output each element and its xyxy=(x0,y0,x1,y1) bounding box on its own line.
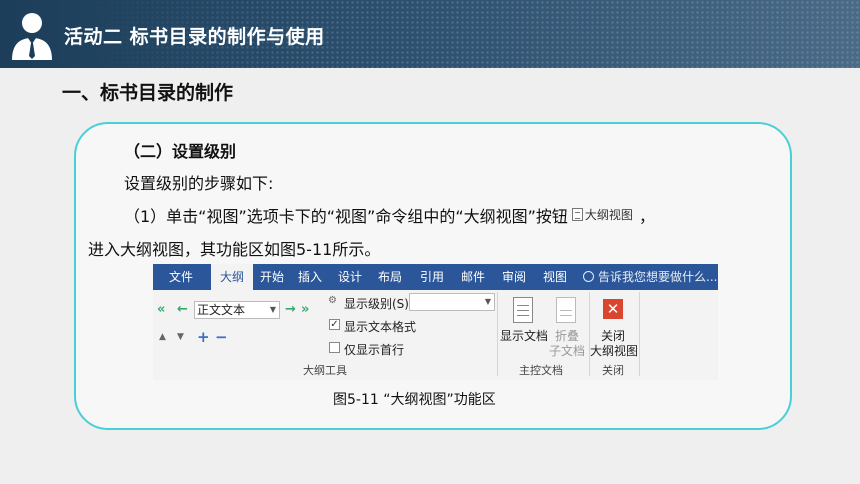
outline-ribbon: 文件 大纲 开始 插入 设计 布局 引用 邮件 审阅 视图 告诉我您想要做什么.… xyxy=(153,264,718,380)
tell-me-box[interactable]: 告诉我您想要做什么... xyxy=(583,264,717,290)
banner-title: 活动二 标书目录的制作与使用 xyxy=(64,26,325,48)
move-up-icon[interactable]: ▲ xyxy=(159,332,166,342)
chevron-down-icon: ▼ xyxy=(484,297,491,306)
expand-icon[interactable]: + xyxy=(197,328,210,346)
tab-review[interactable]: 审阅 xyxy=(497,264,531,290)
chevron-down-icon: ▼ xyxy=(269,305,276,314)
tab-design[interactable]: 设计 xyxy=(333,264,367,290)
show-document-button[interactable]: 显示文档 xyxy=(500,327,548,344)
close-button-line2[interactable]: 大纲视图 xyxy=(590,342,638,359)
tab-insert[interactable]: 插入 xyxy=(293,264,327,290)
show-first-line-checkbox[interactable] xyxy=(329,342,340,353)
show-document-icon[interactable] xyxy=(513,297,533,323)
demote-icon[interactable]: → xyxy=(285,302,296,317)
paragraph-line: 设置级别的步骤如下: xyxy=(124,174,274,193)
tab-view[interactable]: 视图 xyxy=(538,264,572,290)
group-divider xyxy=(639,292,640,376)
collapse-icon[interactable]: − xyxy=(215,328,228,346)
show-level-label: 显示级别(S): xyxy=(344,297,414,311)
show-first-line-label: 仅显示首行 xyxy=(344,343,405,357)
show-text-format-label: 显示文本格式 xyxy=(344,320,417,334)
demote-to-body-icon[interactable]: » xyxy=(301,302,309,317)
group-divider xyxy=(589,292,590,376)
tab-mailings[interactable]: 邮件 xyxy=(456,264,490,290)
tab-layout[interactable]: 布局 xyxy=(373,264,407,290)
tell-me-text: 告诉我您想要做什么... xyxy=(598,270,718,284)
subtitle: （二）设置级别 xyxy=(124,142,237,161)
master-document-group-label: 主控文档 xyxy=(519,364,563,377)
tab-home[interactable]: 开始 xyxy=(255,264,289,290)
show-level-icon: ⚙ xyxy=(328,295,337,306)
collapse-button-line2: 子文档 xyxy=(549,344,586,358)
outline-level-combo[interactable]: 正文文本 ▼ xyxy=(194,301,280,319)
outline-level-value: 正文文本 xyxy=(197,303,246,317)
ribbon-tab-bar: 文件 大纲 开始 插入 设计 布局 引用 邮件 审阅 视图 告诉我您想要做什么.… xyxy=(153,264,718,290)
tab-file[interactable]: 文件 xyxy=(161,264,201,290)
group-divider xyxy=(497,292,498,376)
paragraph-text: ， xyxy=(638,207,655,226)
header-banner: 活动二 标书目录的制作与使用 xyxy=(0,0,860,68)
tab-references[interactable]: 引用 xyxy=(415,264,449,290)
businessman-icon xyxy=(12,13,52,60)
paragraph-text: （1）单击“视图”选项卡下的“视图”命令组中的“大纲视图”按钮 xyxy=(124,207,568,226)
document-icon xyxy=(571,208,583,221)
collapse-subdocuments-icon xyxy=(556,297,576,323)
lightbulb-icon xyxy=(583,271,594,282)
inline-button-label: 大纲视图 xyxy=(584,208,633,222)
show-level-combo[interactable]: ▼ xyxy=(409,293,495,311)
paragraph-line: 进入大纲视图，其功能区如图5-11所示。 xyxy=(88,240,381,259)
close-group-label: 关闭 xyxy=(602,364,624,377)
outline-view-inline-button: 大纲视图 xyxy=(571,206,633,223)
section-title: 一、标书目录的制作 xyxy=(62,82,234,104)
show-text-format-checkbox[interactable]: ✓ xyxy=(329,319,340,330)
figure-caption: 图5-11 “大纲视图”功能区 xyxy=(333,392,496,408)
close-icon[interactable]: ✕ xyxy=(603,299,623,319)
tab-outline[interactable]: 大纲 xyxy=(211,264,253,290)
move-down-icon[interactable]: ▼ xyxy=(177,332,184,342)
outline-tools-group-label: 大纲工具 xyxy=(303,364,347,377)
paragraph-line: （1）单击“视图”选项卡下的“视图”命令组中的“大纲视图”按钮 大纲视图 ， xyxy=(124,203,655,227)
promote-icon[interactable]: ← xyxy=(177,302,188,317)
promote-to-heading1-icon[interactable]: « xyxy=(157,302,165,317)
